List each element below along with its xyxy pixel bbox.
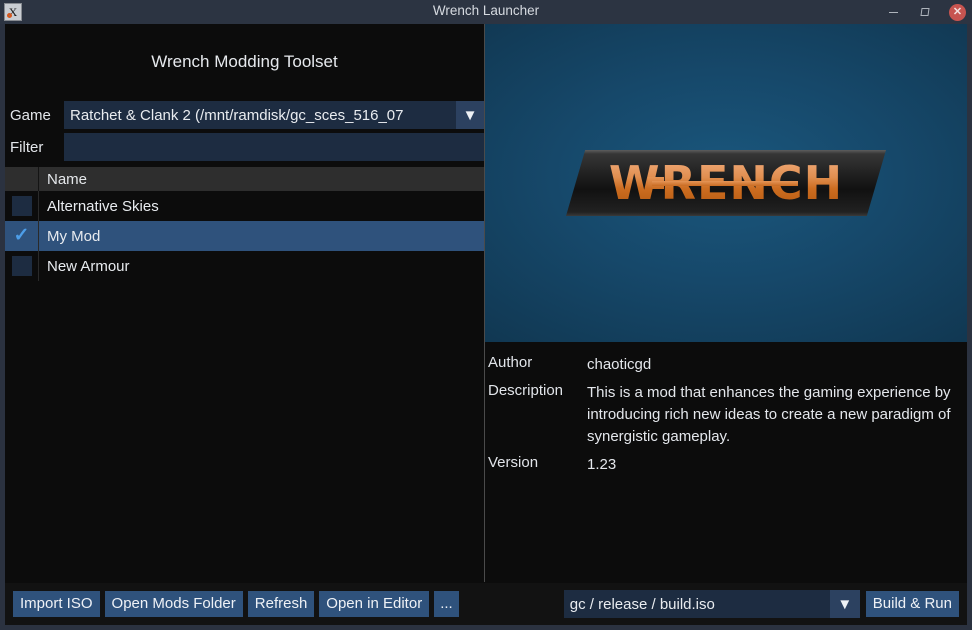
- description-value: This is a mod that enhances the gaming e…: [587, 384, 951, 445]
- chevron-down-icon[interactable]: ▼: [456, 101, 484, 129]
- build-target-select[interactable]: gc / release / build.iso ▼: [563, 590, 860, 618]
- mod-info: Author chaoticgd Description This is a m…: [485, 342, 967, 476]
- table-header-checkbox-col: [5, 167, 39, 191]
- mod-name: My Mod: [47, 227, 101, 245]
- chevron-down-icon[interactable]: ▼: [829, 590, 860, 618]
- description-row: Description This is a mod that enhances …: [487, 382, 967, 448]
- game-select-value: Ratchet & Clank 2 (/mnt/ramdisk/gc_sces_…: [70, 106, 404, 124]
- game-label: Game: [10, 106, 51, 124]
- mod-table: Name Alternative Skies ✓ My Mod New Armo…: [5, 167, 484, 281]
- table-row[interactable]: Alternative Skies: [5, 191, 484, 221]
- title-bar: X Wrench Launcher ✕: [0, 0, 972, 24]
- row-checkbox-cell[interactable]: ✓: [5, 221, 39, 251]
- more-options-button[interactable]: ...: [434, 591, 459, 617]
- mod-checkbox[interactable]: [11, 196, 32, 216]
- window-title: Wrench Launcher: [432, 3, 540, 18]
- close-icon[interactable]: ✕: [949, 3, 966, 21]
- version-value: 1.23: [587, 456, 617, 473]
- table-header-name: Name: [47, 170, 88, 188]
- filter-input[interactable]: [64, 133, 484, 161]
- mod-checkbox-checked[interactable]: ✓: [12, 226, 32, 246]
- mod-name: Alternative Skies: [47, 197, 159, 215]
- open-mods-folder-button[interactable]: Open Mods Folder: [104, 591, 243, 617]
- table-row[interactable]: New Armour: [5, 251, 484, 281]
- page-title: Wrench Modding Toolset: [151, 52, 338, 71]
- game-row: Game Ratchet & Clank 2 (/mnt/ramdisk/gc_…: [5, 100, 484, 130]
- filter-label: Filter: [10, 138, 44, 156]
- filter-row: Filter: [5, 132, 484, 162]
- import-iso-button[interactable]: Import ISO: [13, 591, 100, 617]
- author-label: Author: [488, 354, 533, 371]
- author-row: Author chaoticgd: [487, 354, 967, 376]
- table-header: Name: [5, 167, 484, 191]
- build-target-value: gc / release / build.iso: [569, 595, 715, 613]
- row-checkbox-cell[interactable]: [5, 251, 39, 281]
- game-select[interactable]: Ratchet & Clank 2 (/mnt/ramdisk/gc_sces_…: [64, 101, 484, 129]
- version-row: Version 1.23: [487, 454, 967, 476]
- mod-checkbox[interactable]: [11, 256, 32, 276]
- mod-name: New Armour: [47, 257, 130, 275]
- table-row[interactable]: ✓ My Mod: [5, 221, 484, 251]
- open-in-editor-button[interactable]: Open in Editor: [319, 591, 430, 617]
- maximize-icon[interactable]: [917, 4, 933, 20]
- build-and-run-button[interactable]: Build & Run: [865, 591, 959, 617]
- right-panel: WRENCH Author chaoticgd Description This…: [485, 24, 967, 582]
- launcher-window: X Wrench Launcher ✕ Wrench Modding Tools…: [0, 0, 972, 630]
- minimize-icon[interactable]: [885, 4, 901, 20]
- window-controls: ✕: [885, 0, 966, 24]
- author-value: chaoticgd: [587, 356, 652, 373]
- wrench-logo: WRENCH: [566, 150, 886, 216]
- description-label: Description: [488, 382, 564, 399]
- bottom-toolbar: Import ISO Open Mods Folder Refresh Open…: [5, 583, 967, 625]
- left-panel: Wrench Modding Toolset Game Ratchet & Cl…: [5, 24, 484, 582]
- row-checkbox-cell[interactable]: [5, 191, 39, 221]
- refresh-button[interactable]: Refresh: [247, 591, 315, 617]
- version-label: Version: [488, 454, 539, 471]
- wrench-banner: WRENCH: [485, 24, 967, 342]
- wrench-handle-icon: [652, 181, 798, 186]
